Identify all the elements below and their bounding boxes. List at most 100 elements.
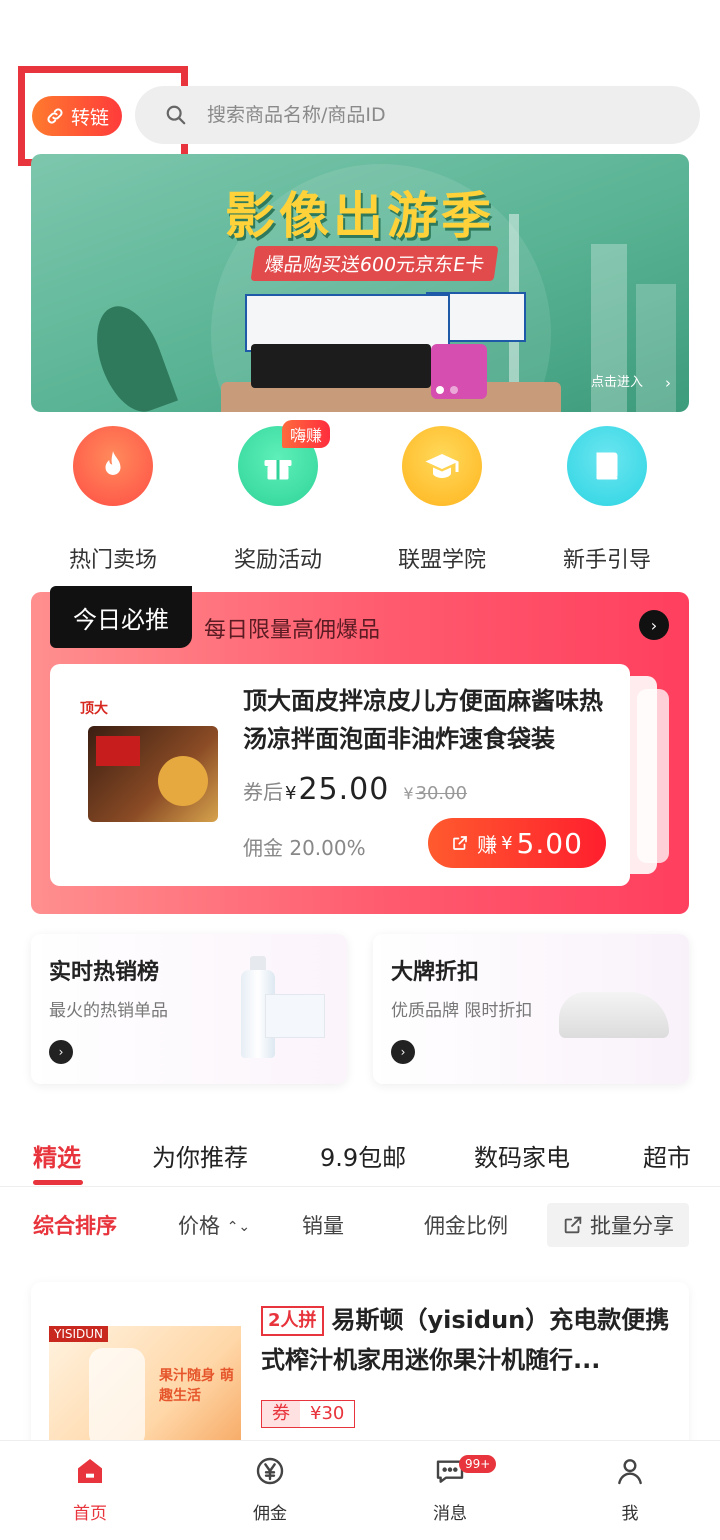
app-screen: 转链 影像出游季 爆品购买送600元京东E卡 点击进入 › [0,0,720,1540]
link-icon [47,108,63,124]
divider [0,1186,720,1187]
promo-title: 大牌折扣 [391,960,480,985]
quick-nav-label: 联盟学院 [397,548,486,573]
product-image [88,726,218,822]
book-icon [596,452,618,480]
product-image-label [96,736,140,766]
sort-toggle-icon: ⌃⌄ [226,1219,251,1235]
yen-icon [256,1457,284,1485]
tab-digital-appliances[interactable]: 数码家电 [474,1138,570,1173]
active-tab-indicator [33,1180,83,1185]
promo-subtitle: 优质品牌 限时折扣 [391,1001,533,1021]
today-recommend-section: 今日必推 每日限量高佣爆品 › 顶大 顶大面皮拌凉皮儿方便面麻酱味热汤凉拌面泡面… [31,586,689,914]
coupon-value: ¥30 [310,1403,345,1424]
group-buy-tag: 2人拼 [261,1306,324,1336]
product-title: 2人拼 易斯顿（yisidun）充电款便携式榨汁机家用迷你果汁机随行... [261,1300,671,1380]
banner-building-illustration [636,284,676,412]
quick-nav-icon-bg [567,426,647,506]
tab-recommended[interactable]: 为你推荐 [152,1138,248,1173]
quick-nav-icon-bg [73,426,153,506]
graduation-cap-icon [425,454,459,478]
quick-nav-label: 奖励活动 [233,548,322,573]
brand-discount-card[interactable]: 大牌折扣 优质品牌 限时折扣 › [373,934,689,1084]
share-icon [564,1216,582,1234]
chevron-right-icon: › [49,1040,73,1064]
featured-product-card[interactable]: 顶大 顶大面皮拌凉皮儿方便面麻酱味热汤凉拌面泡面非油炸速食袋装 券后 ¥ 25.… [50,664,630,886]
banner-leaf-illustration [83,297,179,412]
convert-link-button[interactable]: 转链 [32,96,122,136]
bottle-image-label [265,994,325,1038]
original-price: 30.00 [415,783,468,804]
quick-nav: 热门卖场 嗨赚 奖励活动 联盟学院 新手引导 [0,420,720,580]
sort-sales[interactable]: 销量 [302,1210,344,1240]
share-icon [453,836,467,850]
nav-label: 消息 [433,1504,467,1524]
bottom-nav: 首页 佣金 99+ 消息 我 [0,1440,720,1540]
nav-profile[interactable]: 我 [570,1455,690,1524]
nav-label: 佣金 [253,1504,287,1524]
sneaker-image [559,992,669,1038]
quick-nav-beginner-guide[interactable]: 新手引导 [525,426,689,576]
quick-nav-badge: 嗨赚 [282,420,331,448]
earn-share-button[interactable]: 赚 ¥ 5.00 [428,818,606,868]
product-image-slogan: 果汁随身 萌趣生活 [159,1368,234,1404]
search-icon [166,105,186,125]
today-tag: 今日必推 [50,586,192,648]
search-box[interactable] [135,86,700,144]
user-icon [618,1459,642,1485]
promo-subtitle: 最火的热销单品 [49,1001,168,1021]
search-input[interactable] [207,104,647,126]
banner-subtitle: 爆品购买送600元京东E卡 [250,246,499,281]
nav-commission[interactable]: 佣金 [210,1455,330,1524]
currency-symbol: ¥ [403,784,414,803]
category-tabs: 精选 为你推荐 9.9包邮 数码家电 超市 [0,1128,720,1186]
promo-banner[interactable]: 影像出游季 爆品购买送600元京东E卡 点击进入 › [31,154,689,412]
banner-title: 影像出游季 [225,187,495,245]
currency-symbol: ¥ [285,783,297,804]
sort-commission-ratio[interactable]: 佣金比例 [424,1210,508,1240]
quick-nav-label: 热门卖场 [68,548,157,573]
quick-nav-academy[interactable]: 联盟学院 [360,426,524,576]
price-row: 券后 ¥ 25.00 ¥ 30.00 [243,772,467,807]
nav-label: 首页 [73,1504,107,1524]
product-image-juicer [89,1348,145,1448]
coupon-label: 券 [262,1401,300,1427]
banner-enter-link[interactable]: 点击进入 [591,371,643,390]
tab-free-shipping[interactable]: 9.9包邮 [320,1138,406,1173]
quick-nav-icon-bg: 嗨赚 [238,420,331,506]
convert-link-label: 转链 [70,106,109,129]
sort-comprehensive[interactable]: 综合排序 [33,1210,117,1240]
top-search-bar: 转链 [0,66,720,166]
product-title: 顶大面皮拌凉皮儿方便面麻酱味热汤凉拌面泡面非油炸速食袋装 [243,687,603,753]
batch-share-label: 批量分享 [590,1214,674,1238]
earn-value: 5.00 [516,826,583,860]
brand-logo: 顶大 [80,701,108,717]
today-subtitle: 每日限量高佣爆品 [204,618,381,643]
price-prefix: 券后 [243,780,283,804]
gift-icon [264,460,292,480]
flame-icon [105,451,121,475]
promo-title: 实时热销榜 [49,960,160,985]
tab-supermarket[interactable]: 超市 [643,1138,720,1173]
product-image-brand: YISIDUN [49,1326,109,1342]
product-image-food [158,756,208,806]
quick-nav-reward-activity[interactable]: 嗨赚 奖励活动 [196,420,360,576]
banner-pagination-dots [436,386,458,394]
banner-dot [450,386,458,394]
earn-label: 赚 [477,832,498,857]
chevron-right-icon: › [665,374,671,392]
tab-featured[interactable]: 精选 [33,1138,81,1173]
chevron-right-icon[interactable]: › [639,610,669,640]
quick-nav-label: 新手引导 [562,548,651,573]
nav-home[interactable]: 首页 [30,1455,150,1524]
unread-badge: 99+ [459,1455,497,1473]
nav-label: 我 [621,1504,639,1524]
sort-price-label: 价格 [178,1214,220,1238]
sort-bar: 综合排序 价格 ⌃⌄ 销量 佣金比例 批量分享 [0,1200,720,1250]
batch-share-button[interactable]: 批量分享 [547,1203,689,1247]
hot-sales-ranking-card[interactable]: 实时热销榜 最火的热销单品 › [31,934,347,1084]
banner-toner-cartridge [251,344,431,388]
quick-nav-hot-market[interactable]: 热门卖场 [31,426,195,576]
nav-messages[interactable]: 99+ 消息 [390,1455,510,1524]
sort-price[interactable]: 价格 ⌃⌄ [178,1210,250,1240]
